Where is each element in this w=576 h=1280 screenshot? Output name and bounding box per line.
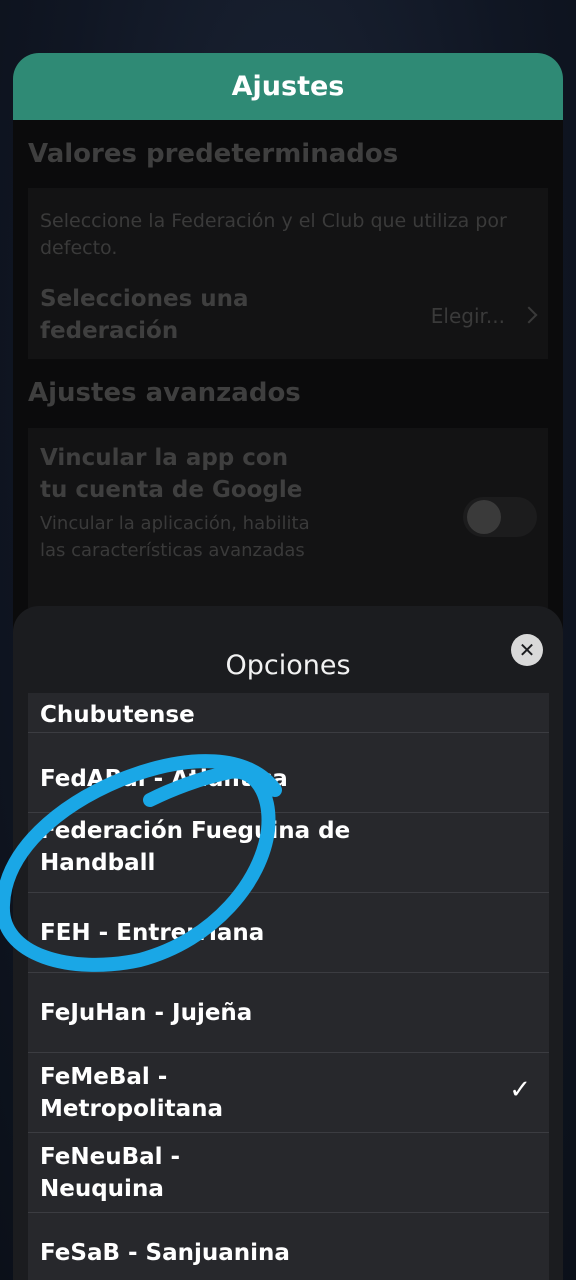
google-link-label: Vincular la app con tu cuenta de Google (40, 445, 303, 503)
sheet-title: Opciones (225, 650, 351, 681)
option-label: FeMeBal - Metropolitana (40, 1064, 224, 1122)
option-fedabal[interactable]: FedABal - Atlántica (28, 733, 549, 813)
options-sheet: Opciones ✕ Chubutense FedABal - Atlántic… (13, 606, 563, 1280)
defaults-section-title: Valores predeterminados (28, 139, 399, 169)
option-fejuhan[interactable]: FeJuHan - Jujeña (28, 973, 549, 1053)
option-fesab[interactable]: FeSaB - Sanjuanina (28, 1213, 549, 1280)
option-fueguina[interactable]: Federación Fueguina de Handball (28, 813, 549, 893)
page-title: Ajustes (231, 71, 345, 102)
options-list[interactable]: Chubutense FedABal - Atlántica Federació… (28, 693, 549, 1280)
advanced-section-title: Ajustes avanzados (28, 378, 301, 408)
federation-selector-label: Selecciones una federación (40, 286, 249, 344)
close-icon[interactable]: ✕ (511, 634, 543, 666)
option-label: FeSaB - Sanjuanina (40, 1240, 290, 1266)
defaults-description: Seleccione la Federación y el Club que u… (40, 210, 507, 259)
settings-header: Ajustes (13, 53, 563, 120)
google-link-toggle[interactable] (463, 497, 537, 537)
toggle-knob (467, 500, 501, 534)
option-label: FedABal - Atlántica (40, 766, 288, 792)
option-label: Chubutense (40, 702, 195, 728)
option-feh[interactable]: FEH - Entrerriana (28, 893, 549, 973)
option-chubutense[interactable]: Chubutense (28, 693, 549, 733)
option-feneubal[interactable]: FeNeuBal - Neuquina (28, 1133, 549, 1213)
google-link-description: Vincular la aplicación, habilita las car… (40, 513, 310, 561)
federation-selector-value: Elegir... (430, 304, 505, 328)
option-label: FeJuHan - Jujeña (40, 1000, 253, 1026)
option-label: Federación Fueguina de Handball (40, 818, 351, 876)
option-femebal[interactable]: FeMeBal - Metropolitana ✓ (28, 1053, 549, 1133)
option-label: FeNeuBal - Neuquina (40, 1144, 181, 1202)
option-label: FEH - Entrerriana (40, 920, 265, 946)
check-icon: ✓ (509, 1075, 531, 1105)
